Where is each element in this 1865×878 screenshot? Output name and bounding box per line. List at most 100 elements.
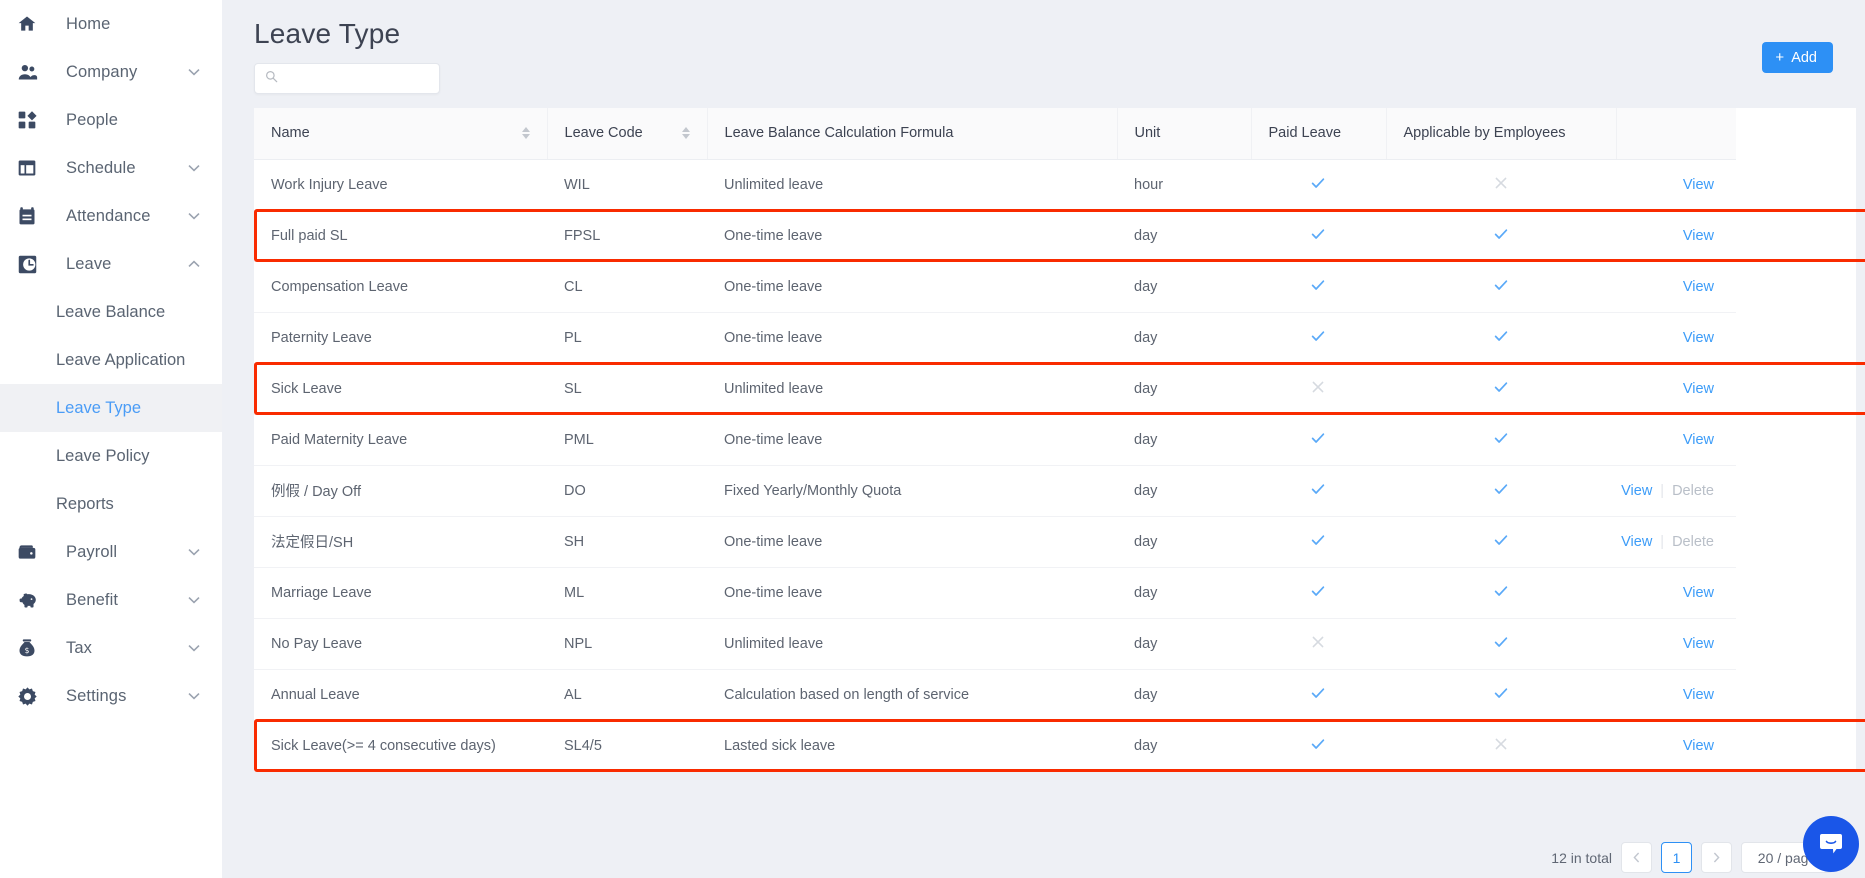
cell-leave-code: ML bbox=[547, 567, 707, 619]
cell-paid-leave bbox=[1251, 465, 1386, 517]
table-row[interactable]: Work Injury Leave WIL Unlimited leave hour V… bbox=[254, 159, 1856, 211]
sort-icon-leave-code[interactable] bbox=[681, 127, 690, 140]
column-header-name[interactable]: Name bbox=[254, 108, 548, 160]
column-label: Leave Code bbox=[564, 125, 643, 142]
cell-actions: View | Delete bbox=[1616, 516, 1736, 568]
view-link[interactable]: View bbox=[1683, 585, 1714, 601]
table-row[interactable]: 法定假日/SH SH One-time leave day View | Delete bbox=[254, 516, 1856, 568]
search-input[interactable] bbox=[285, 70, 425, 87]
view-link[interactable]: View bbox=[1621, 534, 1652, 550]
column-label: Name bbox=[271, 125, 310, 142]
table-row[interactable]: Full paid SL FPSL One-time leave day View bbox=[254, 210, 1856, 262]
table-head: Name Leave Code Leave Balance Calculatio… bbox=[254, 108, 1856, 160]
sidebar-item-attendance[interactable]: Attendance bbox=[0, 192, 222, 240]
cell-name: Sick Leave bbox=[254, 363, 547, 415]
column-header-unit: Unit bbox=[1117, 108, 1252, 160]
sidebar-item-leave-balance[interactable]: Leave Balance bbox=[0, 288, 222, 336]
sidebar-item-leave[interactable]: Leave bbox=[0, 240, 222, 288]
sidebar-item-leave-application[interactable]: Leave Application bbox=[0, 336, 222, 384]
table-row[interactable]: Compensation Leave CL One-time leave day Vie… bbox=[254, 261, 1856, 313]
table-body: Work Injury Leave WIL Unlimited leave hour V… bbox=[254, 159, 1856, 771]
cell-unit: day bbox=[1117, 516, 1251, 568]
search-box[interactable] bbox=[254, 63, 440, 94]
add-button[interactable]: + Add bbox=[1762, 42, 1833, 73]
cell-name: Compensation Leave bbox=[254, 261, 547, 313]
table-row[interactable]: Sick Leave SL Unlimited leave day View bbox=[254, 363, 1856, 415]
prev-page-button[interactable] bbox=[1621, 842, 1652, 873]
sidebar-item-label: Schedule bbox=[66, 158, 136, 177]
cell-formula: Lasted sick leave bbox=[707, 720, 1117, 771]
moneybag-icon: $ bbox=[12, 636, 42, 660]
sidebar-item-benefit[interactable]: Benefit bbox=[0, 576, 222, 624]
sidebar-item-tax[interactable]: $ Tax bbox=[0, 624, 222, 672]
svg-text:$: $ bbox=[25, 646, 30, 655]
table-row[interactable]: Marriage Leave ML One-time leave day View bbox=[254, 567, 1856, 619]
sort-icon-name[interactable] bbox=[521, 127, 530, 140]
cell-unit: hour bbox=[1117, 159, 1251, 211]
chevron-down-icon[interactable] bbox=[188, 210, 200, 222]
view-link[interactable]: View bbox=[1683, 687, 1714, 703]
view-link[interactable]: View bbox=[1683, 228, 1714, 244]
sidebar-item-leave-policy[interactable]: Leave Policy bbox=[0, 432, 222, 480]
check-icon bbox=[1493, 226, 1509, 242]
sidebar-item-settings[interactable]: Settings bbox=[0, 672, 222, 720]
check-icon bbox=[1310, 277, 1326, 293]
cell-paid-leave bbox=[1251, 618, 1386, 670]
view-link[interactable]: View bbox=[1621, 483, 1652, 499]
table-row[interactable]: 例假 / Day Off DO Fixed Yearly/Monthly Quota… bbox=[254, 465, 1856, 517]
delete-link[interactable]: Delete bbox=[1672, 483, 1714, 499]
cell-applicable bbox=[1386, 159, 1616, 211]
sidebar-item-payroll[interactable]: Payroll bbox=[0, 528, 222, 576]
delete-link[interactable]: Delete bbox=[1672, 534, 1714, 550]
check-icon bbox=[1310, 736, 1326, 752]
column-label: Paid Leave bbox=[1268, 125, 1342, 142]
chevron-up-icon[interactable] bbox=[188, 258, 200, 270]
view-link[interactable]: View bbox=[1683, 738, 1714, 754]
view-link[interactable]: View bbox=[1683, 636, 1714, 652]
chevron-down-icon[interactable] bbox=[188, 642, 200, 654]
sidebar-item-schedule[interactable]: Schedule bbox=[0, 144, 222, 192]
chevron-down-icon[interactable] bbox=[188, 162, 200, 174]
table-row[interactable]: Sick Leave(>= 4 consecutive days) SL4/5 La… bbox=[254, 720, 1856, 771]
column-header-leave-code[interactable]: Leave Code bbox=[547, 108, 708, 160]
sidebar-item-reports[interactable]: Reports bbox=[0, 480, 222, 528]
cell-actions: View bbox=[1616, 159, 1736, 211]
cell-actions: View bbox=[1616, 567, 1736, 619]
sidebar: Home Company People Schedule Attendance … bbox=[0, 0, 222, 878]
table-row[interactable]: No Pay Leave NPL Unlimited leave day View bbox=[254, 618, 1856, 670]
cell-actions: View bbox=[1616, 312, 1736, 364]
view-link[interactable]: View bbox=[1683, 279, 1714, 295]
view-link[interactable]: View bbox=[1683, 330, 1714, 346]
sidebar-subitem-label: Leave Application bbox=[56, 350, 186, 369]
table-row[interactable]: Annual Leave AL Calculation based on lengt… bbox=[254, 669, 1856, 721]
check-icon bbox=[1493, 532, 1509, 548]
table-header-row: Name Leave Code Leave Balance Calculatio… bbox=[254, 108, 1856, 160]
sidebar-item-home[interactable]: Home bbox=[0, 0, 222, 48]
cell-formula: Unlimited leave bbox=[707, 159, 1117, 211]
table-row[interactable]: Paid Maternity Leave PML One-time leave day… bbox=[254, 414, 1856, 466]
chat-bubble-icon[interactable] bbox=[1803, 816, 1859, 872]
cell-leave-code: PML bbox=[547, 414, 707, 466]
view-link[interactable]: View bbox=[1683, 177, 1714, 193]
cell-applicable bbox=[1386, 669, 1616, 721]
cell-unit: day bbox=[1117, 720, 1251, 771]
chevron-down-icon[interactable] bbox=[188, 690, 200, 702]
cell-leave-code: PL bbox=[547, 312, 707, 364]
cell-formula: One-time leave bbox=[707, 261, 1117, 313]
chevron-down-icon[interactable] bbox=[188, 546, 200, 558]
cell-applicable bbox=[1386, 414, 1616, 466]
sidebar-item-company[interactable]: Company bbox=[0, 48, 222, 96]
cell-formula: Fixed Yearly/Monthly Quota bbox=[707, 465, 1117, 517]
view-link[interactable]: View bbox=[1683, 381, 1714, 397]
grid-icon bbox=[12, 108, 42, 132]
view-link[interactable]: View bbox=[1683, 432, 1714, 448]
sidebar-item-people[interactable]: People bbox=[0, 96, 222, 144]
next-page-button[interactable] bbox=[1701, 842, 1732, 873]
page-number-1[interactable]: 1 bbox=[1661, 842, 1692, 873]
sidebar-item-label: Payroll bbox=[66, 542, 118, 561]
sidebar-item-leave-type[interactable]: Leave Type bbox=[0, 384, 222, 432]
chevron-down-icon[interactable] bbox=[188, 594, 200, 606]
table-row[interactable]: Paternity Leave PL One-time leave day View bbox=[254, 312, 1856, 364]
clock-icon bbox=[12, 252, 42, 276]
chevron-down-icon[interactable] bbox=[188, 66, 200, 78]
